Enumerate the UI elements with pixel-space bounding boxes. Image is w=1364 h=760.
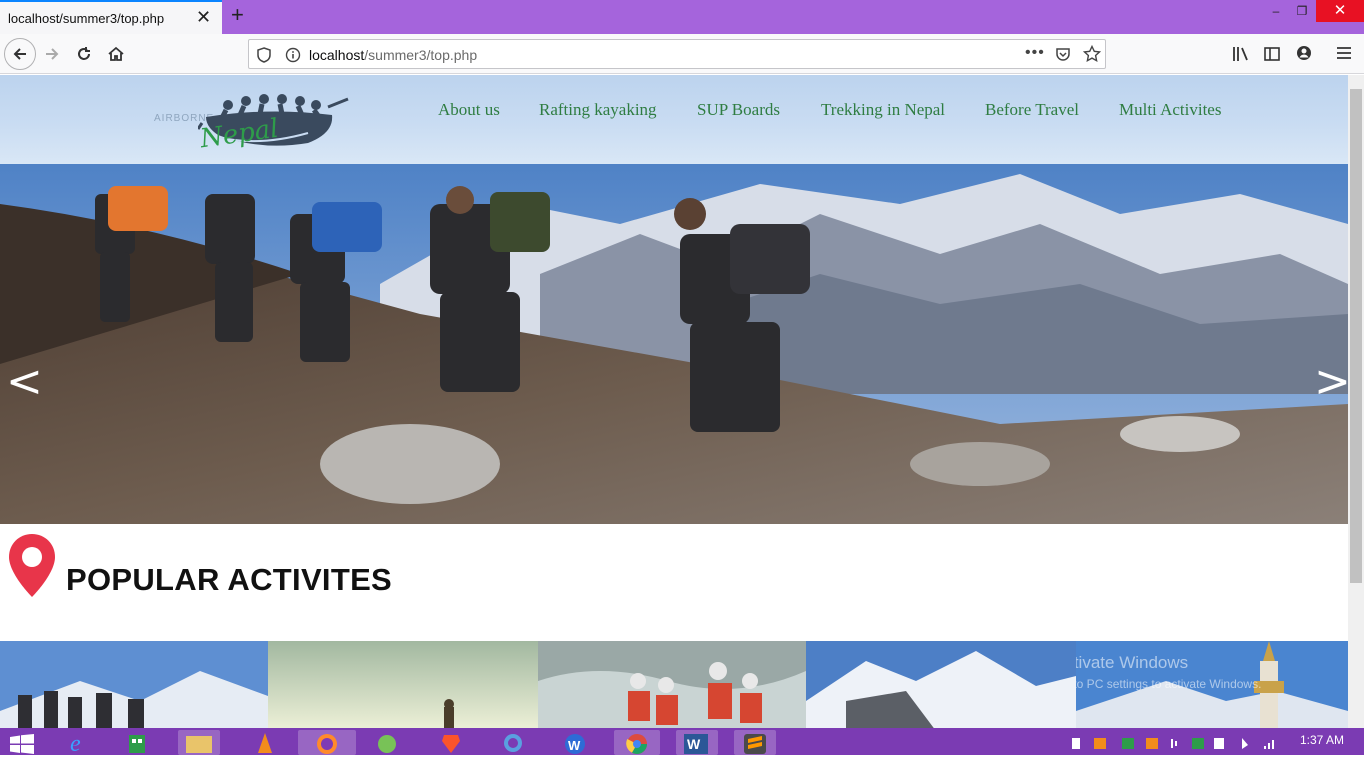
map-pin-icon <box>9 534 55 597</box>
android-studio-icon[interactable] <box>372 730 402 755</box>
url-path: /summer3/top.php <box>364 47 478 63</box>
tab-strip: localhost/summer3/top.php ✕ + – ❐ ✕ <box>0 0 1364 34</box>
activity-thumbnails: Activate Windows Go to PC settings to ac… <box>0 641 1348 728</box>
pocket-icon[interactable] <box>1055 46 1071 62</box>
carousel-next-arrow[interactable]: > <box>1314 360 1348 404</box>
maximize-button[interactable]: ❐ <box>1288 0 1316 22</box>
library-icon[interactable] <box>1232 46 1250 62</box>
nav-rafting-kayaking[interactable]: Rafting kayaking <box>539 100 657 120</box>
sublime-icon[interactable] <box>734 730 776 755</box>
windows-taskbar: e W W 1:37 AM <box>0 728 1364 757</box>
chrome-icon[interactable] <box>614 730 660 755</box>
back-button[interactable] <box>4 38 36 70</box>
page-actions-icon[interactable]: ••• <box>1025 44 1045 62</box>
nav-about-us[interactable]: About us <box>438 100 500 120</box>
info-icon[interactable] <box>285 47 301 63</box>
web-page: AIRBORNE Nepal About us Rafting kayaking… <box>0 75 1348 728</box>
url-bar[interactable]: localhost/summer3/top.php ••• <box>248 39 1106 69</box>
page-scrollbar[interactable] <box>1348 75 1364 728</box>
store-icon[interactable] <box>122 730 152 755</box>
thumbnail-stupa[interactable]: Activate Windows Go to PC settings to ac… <box>1076 641 1348 728</box>
nav-sup-boards[interactable]: SUP Boards <box>697 100 780 120</box>
search-app-icon[interactable] <box>498 730 528 755</box>
hero-carousel: < > <box>0 164 1348 524</box>
thumbnail-sup[interactable] <box>268 641 538 728</box>
file-explorer-icon[interactable] <box>178 730 220 755</box>
svg-text:W: W <box>687 736 701 752</box>
trekking-photo <box>0 164 1348 524</box>
url-host: localhost <box>309 47 365 63</box>
word-icon[interactable]: W <box>676 730 718 755</box>
activate-windows-subtitle: Go to PC settings to activate Windows. <box>1076 677 1262 691</box>
nav-multi-activites[interactable]: Multi Activites <box>1119 100 1221 120</box>
sidebar-icon[interactable] <box>1264 46 1280 62</box>
site-logo[interactable]: AIRBORNE Nepal <box>150 77 350 163</box>
app-w-icon[interactable]: W <box>560 730 590 755</box>
brave-icon[interactable] <box>436 730 466 755</box>
firefox-icon[interactable] <box>298 730 356 755</box>
forward-button[interactable] <box>38 40 66 68</box>
new-tab-button[interactable]: + <box>231 4 244 26</box>
svg-text:W: W <box>568 738 581 753</box>
tab-close-icon[interactable]: ✕ <box>196 8 211 26</box>
browser-tab[interactable]: localhost/summer3/top.php ✕ <box>0 0 222 34</box>
thumbnail-rafting[interactable] <box>538 641 806 728</box>
reload-button[interactable] <box>70 40 98 68</box>
ie-icon[interactable]: e <box>64 730 94 757</box>
thumbnail-trekking[interactable] <box>0 641 268 728</box>
system-tray-icons[interactable] <box>1070 735 1290 751</box>
site-header: AIRBORNE Nepal About us Rafting kayaking… <box>0 75 1348 164</box>
url-text[interactable]: localhost/summer3/top.php <box>309 47 477 63</box>
browser-toolbar: localhost/summer3/top.php ••• <box>0 34 1364 74</box>
account-icon[interactable] <box>1296 45 1312 61</box>
shield-icon[interactable] <box>257 47 271 63</box>
windows-start-icon[interactable] <box>8 734 36 754</box>
activate-windows-title: Activate Windows <box>1076 653 1189 672</box>
thumbnail-mountains[interactable] <box>806 641 1076 728</box>
back-arrow-icon <box>13 48 26 60</box>
svg-text:e: e <box>70 731 81 755</box>
vlc-icon[interactable] <box>250 730 280 755</box>
scrollbar-thumb[interactable] <box>1350 89 1362 583</box>
popular-section-header: POPULAR ACTIVITES <box>0 524 1348 640</box>
tab-title: localhost/summer3/top.php <box>8 11 165 26</box>
home-icon <box>108 46 124 61</box>
window-close-button[interactable]: ✕ <box>1316 0 1364 22</box>
section-title: POPULAR ACTIVITES <box>66 562 393 597</box>
minimize-button[interactable]: – <box>1262 0 1290 22</box>
reload-icon <box>78 47 90 60</box>
carousel-prev-arrow[interactable]: < <box>6 360 43 404</box>
home-button[interactable] <box>102 40 130 68</box>
bookmark-star-icon[interactable] <box>1083 45 1101 63</box>
taskbar-clock[interactable]: 1:37 AM <box>1300 733 1344 747</box>
nav-before-travel[interactable]: Before Travel <box>985 100 1079 120</box>
forward-arrow-icon <box>46 48 59 60</box>
menu-icon[interactable] <box>1336 46 1352 60</box>
nav-trekking-in-nepal[interactable]: Trekking in Nepal <box>821 100 945 120</box>
